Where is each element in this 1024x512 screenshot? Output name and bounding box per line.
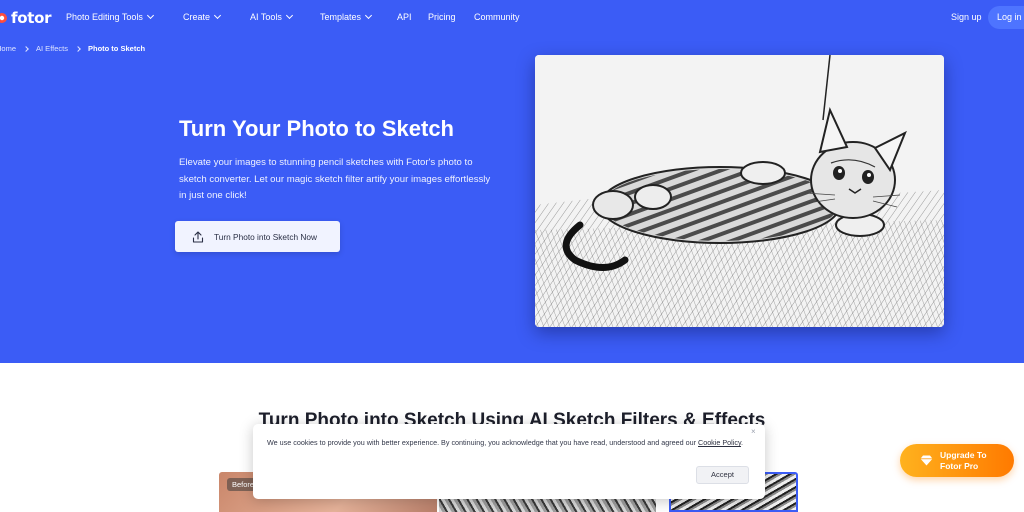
brand-name: fotor bbox=[11, 9, 52, 27]
upgrade-line-1: Upgrade To bbox=[940, 450, 987, 460]
upload-icon bbox=[192, 230, 204, 243]
chevron-right-icon bbox=[23, 45, 29, 52]
upgrade-label: Upgrade To Fotor Pro bbox=[940, 450, 987, 471]
fotor-logo-icon bbox=[0, 13, 7, 23]
page-title: Turn Your Photo to Sketch bbox=[179, 116, 454, 141]
nav-label: API bbox=[397, 12, 412, 22]
nav-photo-editing-tools[interactable]: Photo Editing Tools bbox=[66, 11, 154, 22]
cookie-suffix: . bbox=[741, 438, 744, 447]
close-icon[interactable]: × bbox=[751, 427, 756, 436]
nav-label: Photo Editing Tools bbox=[66, 12, 143, 22]
nav-label: AI Tools bbox=[250, 12, 282, 22]
chevron-down-icon bbox=[285, 11, 293, 20]
cookie-message: We use cookies to provide you with bette… bbox=[267, 437, 747, 449]
signup-link[interactable]: Sign up bbox=[951, 12, 982, 22]
breadcrumb: Home AI Effects Photo to Sketch bbox=[0, 44, 145, 53]
upgrade-line-2: Fotor Pro bbox=[940, 460, 979, 471]
sketch-illustration bbox=[535, 55, 944, 327]
nav-label: Community bbox=[474, 12, 520, 22]
nav-community[interactable]: Community bbox=[474, 12, 520, 22]
chevron-down-icon bbox=[146, 11, 154, 20]
cookie-text: We use cookies to provide you with bette… bbox=[267, 438, 698, 447]
turn-photo-into-sketch-button[interactable]: Turn Photo into Sketch Now bbox=[175, 221, 340, 252]
nav-ai-tools[interactable]: AI Tools bbox=[250, 11, 293, 22]
breadcrumb-home[interactable]: Home bbox=[0, 44, 16, 53]
nav-label: Create bbox=[183, 12, 211, 22]
cookie-banner: We use cookies to provide you with bette… bbox=[253, 424, 765, 499]
chevron-right-icon bbox=[75, 45, 81, 52]
cookie-policy-link[interactable]: Cookie Policy bbox=[698, 438, 741, 447]
chevron-down-icon bbox=[213, 11, 222, 20]
nav-pricing[interactable]: Pricing bbox=[428, 12, 456, 22]
chevron-down-icon bbox=[364, 11, 373, 20]
accept-cookies-button[interactable]: Accept bbox=[696, 466, 749, 484]
nav-label: Pricing bbox=[428, 12, 456, 22]
fotor-logo[interactable]: fotor bbox=[0, 9, 52, 27]
nav-api[interactable]: API bbox=[397, 12, 412, 22]
breadcrumb-current: Photo to Sketch bbox=[87, 44, 146, 53]
top-navbar: fotor Photo Editing Tools Create AI Tool… bbox=[0, 0, 1024, 37]
nav-create[interactable]: Create bbox=[183, 11, 222, 22]
diamond-icon bbox=[920, 455, 933, 466]
hero-description: Elevate your images to stunning pencil s… bbox=[179, 157, 491, 201]
cat-sketch-image bbox=[535, 55, 944, 327]
upgrade-to-pro-button[interactable]: Upgrade To Fotor Pro bbox=[900, 444, 1014, 477]
nav-templates[interactable]: Templates bbox=[320, 11, 373, 22]
login-button[interactable]: Log in bbox=[988, 6, 1024, 29]
breadcrumb-ai-effects[interactable]: AI Effects bbox=[36, 44, 68, 53]
cta-label: Turn Photo into Sketch Now bbox=[214, 231, 317, 242]
nav-label: Templates bbox=[320, 12, 362, 22]
